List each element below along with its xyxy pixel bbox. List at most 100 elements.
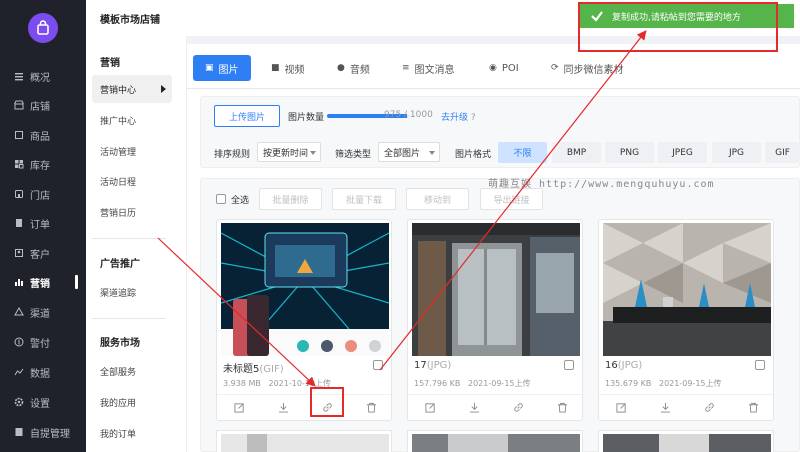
sub-item-my-apps[interactable]: 我的应用 [92,388,172,416]
format-chip-png[interactable]: PNG [605,142,654,163]
filter-type-select[interactable]: 全部图片 [378,142,440,162]
sub-item-marketing-center[interactable]: 营销中心 [92,75,172,103]
image-select-checkbox[interactable] [755,360,765,370]
nav-item-store[interactable]: 店铺 [0,91,86,119]
nav-item-label: 警付 [30,338,50,350]
image-select-checkbox[interactable] [564,360,574,370]
image-card[interactable]: 16(JPG) 135.679 KB 2021-09-15上传 [598,219,774,421]
nav-item-chart[interactable]: 营销 [0,268,86,296]
sub-item-marketing-calendar[interactable]: 营销日历 [92,198,172,226]
nav-item-label: 商品 [30,131,50,143]
sub-item-promotion-center[interactable]: 推广中心 [92,106,172,134]
sub-item-my-orders[interactable]: 我的订单 [92,419,172,447]
sub-item-all-services[interactable]: 全部服务 [92,357,172,385]
nav-item-data[interactable]: 数据 [0,358,86,386]
select-all-checkbox[interactable] [216,194,226,204]
image-card-partial[interactable] [407,430,583,452]
chart-icon [14,277,24,287]
tabs-divider [186,88,800,89]
tab-poi[interactable]: ◉ POI [489,55,519,81]
image-count-value: 975 / 1000 [384,110,433,120]
tab-sync-wechat[interactable]: ⟳ 同步微信素材 [551,55,624,81]
image-thumbnail[interactable] [603,223,771,356]
select-all-label: 全选 [231,196,250,206]
image-card[interactable]: 未标题5(GIF) 3.938 MB 2021-10-10上传 [216,219,392,421]
delete-icon[interactable] [555,401,569,415]
delete-icon[interactable] [364,401,378,415]
upgrade-link[interactable]: 去升级 ? [441,110,476,123]
batch-delete-button[interactable]: 批量删除 [259,188,322,210]
tab-article[interactable]: ≡ 图文消息 [402,55,455,81]
copy-link-icon[interactable] [702,401,716,415]
image-card[interactable]: 17(JPG) 157.796 KB 2021-09-15上传 [407,219,583,421]
article-icon: ≡ [402,63,410,73]
nav-item-goods[interactable]: 商品 [0,121,86,149]
image-meta: 157.796 KB 2021-09-15上传 [414,379,531,388]
export-links-button[interactable]: 导出链接 [480,188,543,210]
pin-icon: ◉ [489,63,497,73]
pickup-icon [14,427,24,437]
nav-item-pickup[interactable]: 自提管理 [0,418,86,446]
nav-item-pay[interactable]: 警付 [0,328,86,356]
batch-download-button[interactable]: 批量下载 [332,188,396,210]
tab-image[interactable]: ▣ 图片 [193,55,251,81]
format-chip-jpg[interactable]: JPG [712,142,761,163]
nav-item-list[interactable]: 概况 [0,62,86,90]
watermark-text: 萌趣互娱 http://www.mengquhuyu.com [488,179,715,190]
nav-item-label: 店铺 [30,101,50,113]
shop-logo-icon[interactable] [28,13,58,43]
pay-icon [14,337,24,347]
filter-type-label: 筛选类型 [335,150,372,160]
audio-icon: ● [337,63,345,73]
download-icon[interactable] [467,401,481,415]
nav-item-gear[interactable]: 设置 [0,388,86,416]
image-actions [408,394,582,420]
image-thumbnail[interactable] [221,223,389,356]
image-name: 17(JPG) [414,360,452,371]
image-select-checkbox[interactable] [373,360,383,370]
sub-item-channel-track[interactable]: 渠道追踪 [92,278,172,306]
format-chip-jpeg[interactable]: JPEG [658,142,707,163]
nav-item-label: 概况 [30,72,50,84]
download-icon[interactable] [658,401,672,415]
goods-icon [14,130,24,140]
nav-item-channel[interactable]: 渠道 [0,298,86,326]
gear-icon [14,397,24,407]
nav-item-stock[interactable]: 库存 [0,150,86,178]
store-name: 模板市场店铺 [100,15,160,26]
format-chip-bmp[interactable]: BMP [552,142,601,163]
move-to-button[interactable]: 移动到 [406,188,469,210]
upload-image-button[interactable]: 上传图片 [214,105,280,127]
sort-label: 排序规则 [214,150,251,160]
format-chip-gif[interactable]: GIF [765,142,800,163]
sub-item-activity-schedule[interactable]: 活动日程 [92,167,172,195]
edit-icon[interactable] [614,401,628,415]
tab-video[interactable]: ■ 视频 [271,55,305,81]
image-actions [217,394,391,420]
nav-item-shop[interactable]: 门店 [0,180,86,208]
section-title-ads: 广告推广 [100,259,140,270]
nav-item-order[interactable]: 订单 [0,209,86,237]
format-chip-any[interactable]: 不限 [498,142,547,163]
nav-item-label: 订单 [30,219,50,231]
image-card-partial[interactable] [598,430,774,452]
image-card-partial[interactable] [216,430,392,452]
nav-item-label: 门店 [30,190,50,202]
nav-item-label: 库存 [30,160,50,172]
delete-icon[interactable] [746,401,760,415]
caret-right-icon [161,85,166,93]
chevron-down-icon [310,151,316,155]
image-thumbnail[interactable] [412,223,580,356]
stock-icon [14,159,24,169]
help-icon: ? [470,113,476,123]
edit-icon[interactable] [423,401,437,415]
copy-link-icon[interactable] [511,401,525,415]
image-name: 16(JPG) [605,360,643,371]
nav-item-label: 营销 [30,278,50,290]
download-icon[interactable] [276,401,290,415]
nav-item-customer[interactable]: 客户 [0,239,86,267]
sort-select[interactable]: 按更新时间 [257,142,321,162]
edit-icon[interactable] [232,401,246,415]
sub-item-activity-manage[interactable]: 活动管理 [92,137,172,165]
tab-audio[interactable]: ● 音频 [337,55,370,81]
